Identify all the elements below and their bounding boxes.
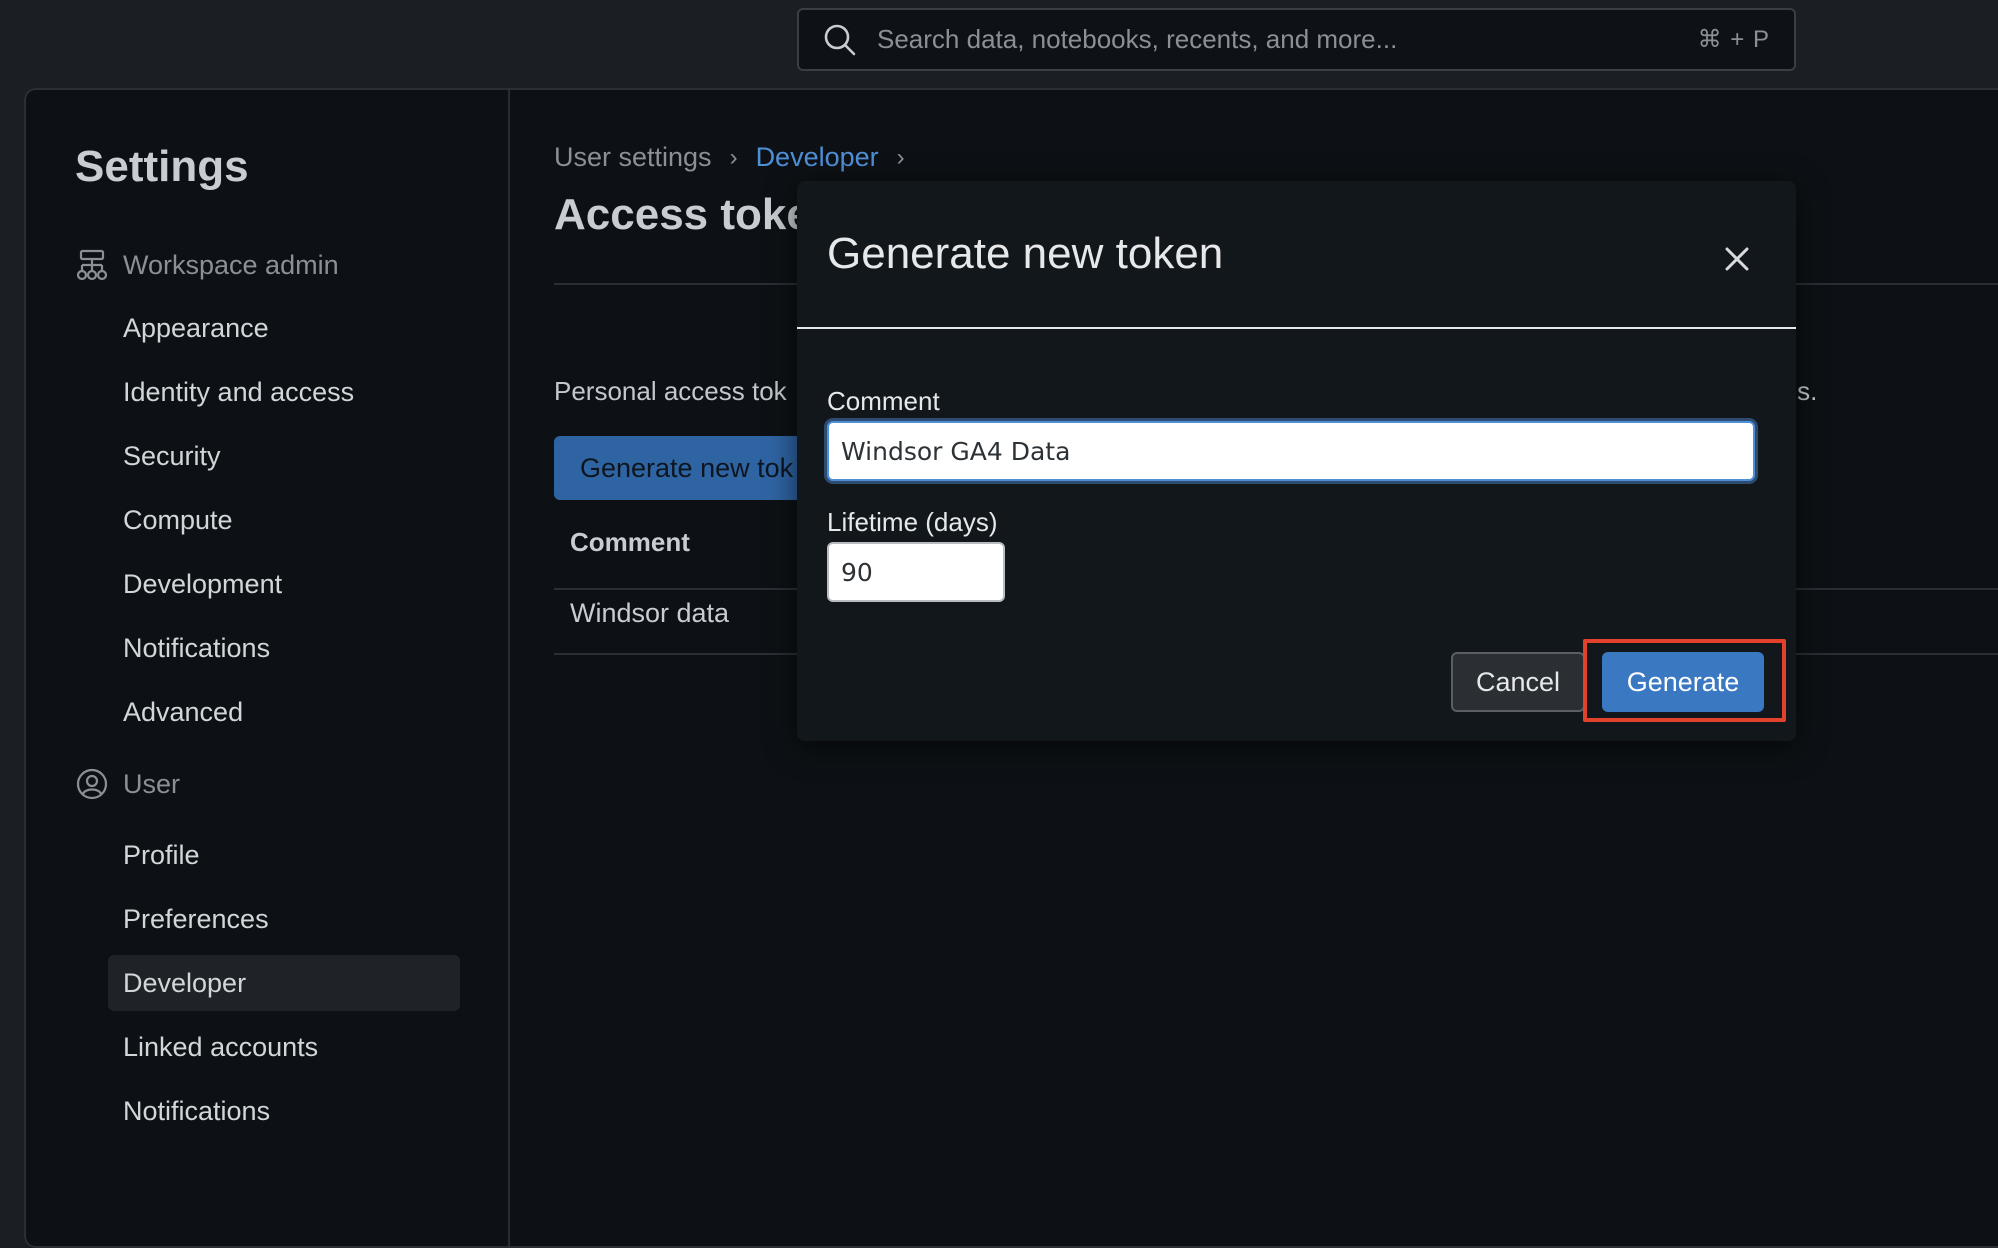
comment-label: Comment: [827, 386, 940, 416]
user-circle-icon: [76, 768, 108, 800]
sidebar-item-notifications[interactable]: Notifications: [108, 620, 460, 676]
section-label-user: User: [123, 768, 181, 799]
dialog-title: Generate new token: [827, 229, 1224, 278]
sidebar-item-profile[interactable]: Profile: [108, 827, 460, 883]
search-shortcut-hint: ⌘ + P: [1697, 26, 1770, 53]
sidebar-item-linked-accounts[interactable]: Linked accounts: [108, 1019, 460, 1075]
generate-token-dialog: Generate new token Comment Lifetime (day…: [797, 181, 1796, 741]
page-title: Access toke: [554, 190, 811, 239]
sidebar-item-label: Developer: [123, 967, 247, 998]
sidebar-item-label: Preferences: [123, 903, 269, 934]
sidebar-item-label: Notifications: [123, 1095, 271, 1126]
search-input[interactable]: [875, 23, 1698, 56]
sidebar-item-compute[interactable]: Compute: [108, 492, 460, 548]
sidebar-item-label: Development: [123, 568, 283, 599]
sidebar-item-developer[interactable]: Developer: [108, 955, 460, 1011]
close-dialog-button[interactable]: [1717, 239, 1757, 279]
chevron-right-icon: ›: [896, 143, 905, 171]
close-icon: [1725, 247, 1749, 271]
sidebar-item-security[interactable]: Security: [108, 428, 460, 484]
sidebar-item-label: Linked accounts: [123, 1031, 319, 1062]
sidebar-item-label: Profile: [123, 839, 200, 870]
breadcrumb-developer[interactable]: Developer: [756, 142, 879, 173]
lifetime-days-input[interactable]: [827, 542, 1005, 602]
breadcrumb-user-settings[interactable]: User settings: [554, 142, 712, 173]
sidebar-item-label: Advanced: [123, 696, 244, 727]
sidebar-item-appearance[interactable]: Appearance: [108, 300, 460, 356]
sidebar-item-label: Security: [123, 440, 221, 471]
comment-input[interactable]: [827, 421, 1755, 481]
sidebar-item-label: Notifications: [123, 632, 271, 663]
table-header-comment: Comment: [570, 527, 690, 557]
section-header-workspace-admin: Workspace admin: [75, 248, 339, 282]
section-header-user: User: [75, 767, 180, 801]
sidebar-item-development[interactable]: Development: [108, 556, 460, 612]
sidebar-item-label: Compute: [123, 504, 233, 535]
sidebar-item-identity-and-access[interactable]: Identity and access: [108, 364, 460, 420]
section-label-workspace-admin: Workspace admin: [123, 249, 339, 280]
global-search-bar[interactable]: ⌘ + P: [797, 8, 1796, 71]
settings-sidebar: Settings Workspace admin Appearance Iden…: [26, 90, 510, 1246]
sidebar-item-label: Appearance: [123, 312, 269, 343]
org-hierarchy-icon: [76, 249, 108, 281]
table-row: Windsor data: [570, 598, 730, 628]
breadcrumb: User settings › Developer ›: [554, 142, 923, 173]
settings-title: Settings: [75, 142, 249, 191]
lifetime-label: Lifetime (days): [827, 507, 998, 537]
sidebar-item-label: Identity and access: [123, 376, 355, 407]
cancel-button[interactable]: Cancel: [1451, 652, 1585, 712]
dialog-divider: [797, 327, 1796, 329]
sidebar-item-user-notifications[interactable]: Notifications: [108, 1083, 460, 1139]
chevron-right-icon: ›: [729, 143, 738, 171]
search-icon: [824, 24, 856, 55]
generate-button[interactable]: Generate: [1602, 652, 1764, 712]
page-description: Personal access tok: [554, 376, 787, 406]
sidebar-item-advanced[interactable]: Advanced: [108, 684, 460, 740]
sidebar-item-preferences[interactable]: Preferences: [108, 891, 460, 947]
